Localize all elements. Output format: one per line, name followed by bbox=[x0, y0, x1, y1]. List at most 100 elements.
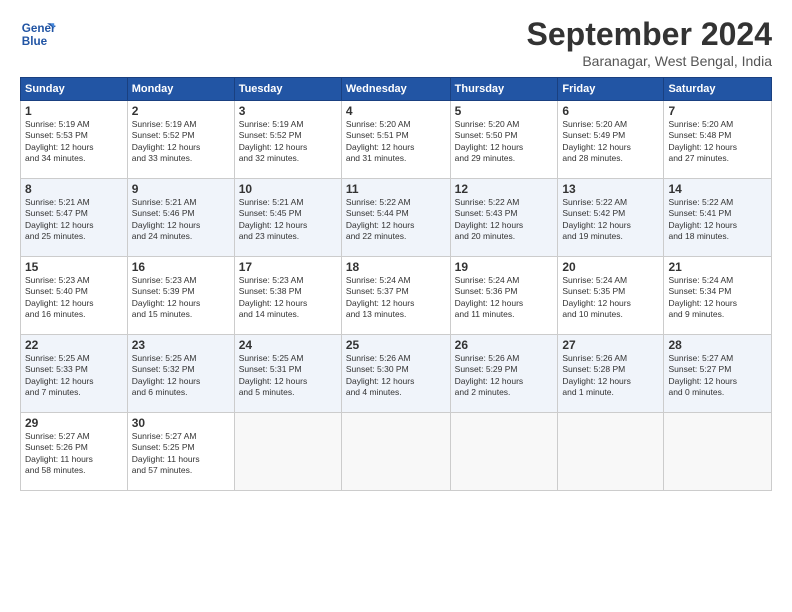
logo-icon: General Blue bbox=[20, 16, 56, 52]
calendar-cell: 1Sunrise: 5:19 AM Sunset: 5:53 PM Daylig… bbox=[21, 101, 128, 179]
calendar-cell: 9Sunrise: 5:21 AM Sunset: 5:46 PM Daylig… bbox=[127, 179, 234, 257]
month-title: September 2024 bbox=[527, 16, 772, 53]
cell-info: Sunrise: 5:27 AM Sunset: 5:26 PM Dayligh… bbox=[25, 431, 123, 477]
calendar-cell bbox=[450, 413, 558, 491]
day-number: 10 bbox=[239, 182, 337, 196]
day-number: 22 bbox=[25, 338, 123, 352]
calendar-week-row: 1Sunrise: 5:19 AM Sunset: 5:53 PM Daylig… bbox=[21, 101, 772, 179]
day-number: 15 bbox=[25, 260, 123, 274]
day-number: 25 bbox=[346, 338, 446, 352]
header: General Blue September 2024 Baranagar, W… bbox=[20, 16, 772, 69]
calendar-cell: 6Sunrise: 5:20 AM Sunset: 5:49 PM Daylig… bbox=[558, 101, 664, 179]
cell-info: Sunrise: 5:20 AM Sunset: 5:48 PM Dayligh… bbox=[668, 119, 767, 165]
cell-info: Sunrise: 5:24 AM Sunset: 5:36 PM Dayligh… bbox=[455, 275, 554, 321]
calendar-cell: 24Sunrise: 5:25 AM Sunset: 5:31 PM Dayli… bbox=[234, 335, 341, 413]
day-number: 24 bbox=[239, 338, 337, 352]
calendar-cell: 18Sunrise: 5:24 AM Sunset: 5:37 PM Dayli… bbox=[341, 257, 450, 335]
day-number: 28 bbox=[668, 338, 767, 352]
calendar-cell bbox=[558, 413, 664, 491]
calendar-cell: 10Sunrise: 5:21 AM Sunset: 5:45 PM Dayli… bbox=[234, 179, 341, 257]
cell-info: Sunrise: 5:25 AM Sunset: 5:33 PM Dayligh… bbox=[25, 353, 123, 399]
calendar-cell: 16Sunrise: 5:23 AM Sunset: 5:39 PM Dayli… bbox=[127, 257, 234, 335]
cell-info: Sunrise: 5:19 AM Sunset: 5:53 PM Dayligh… bbox=[25, 119, 123, 165]
day-number: 27 bbox=[562, 338, 659, 352]
logo: General Blue bbox=[20, 16, 56, 52]
day-number: 13 bbox=[562, 182, 659, 196]
cell-info: Sunrise: 5:21 AM Sunset: 5:46 PM Dayligh… bbox=[132, 197, 230, 243]
cell-info: Sunrise: 5:20 AM Sunset: 5:50 PM Dayligh… bbox=[455, 119, 554, 165]
calendar-cell: 14Sunrise: 5:22 AM Sunset: 5:41 PM Dayli… bbox=[664, 179, 772, 257]
cell-info: Sunrise: 5:24 AM Sunset: 5:34 PM Dayligh… bbox=[668, 275, 767, 321]
cell-info: Sunrise: 5:22 AM Sunset: 5:44 PM Dayligh… bbox=[346, 197, 446, 243]
day-number: 21 bbox=[668, 260, 767, 274]
svg-text:Blue: Blue bbox=[22, 35, 48, 48]
cell-info: Sunrise: 5:22 AM Sunset: 5:42 PM Dayligh… bbox=[562, 197, 659, 243]
calendar-cell: 27Sunrise: 5:26 AM Sunset: 5:28 PM Dayli… bbox=[558, 335, 664, 413]
calendar-cell: 21Sunrise: 5:24 AM Sunset: 5:34 PM Dayli… bbox=[664, 257, 772, 335]
calendar-week-row: 8Sunrise: 5:21 AM Sunset: 5:47 PM Daylig… bbox=[21, 179, 772, 257]
calendar-cell: 7Sunrise: 5:20 AM Sunset: 5:48 PM Daylig… bbox=[664, 101, 772, 179]
col-tuesday: Tuesday bbox=[234, 78, 341, 101]
day-number: 2 bbox=[132, 104, 230, 118]
cell-info: Sunrise: 5:24 AM Sunset: 5:35 PM Dayligh… bbox=[562, 275, 659, 321]
calendar-cell: 30Sunrise: 5:27 AM Sunset: 5:25 PM Dayli… bbox=[127, 413, 234, 491]
day-number: 20 bbox=[562, 260, 659, 274]
cell-info: Sunrise: 5:26 AM Sunset: 5:30 PM Dayligh… bbox=[346, 353, 446, 399]
col-monday: Monday bbox=[127, 78, 234, 101]
calendar-cell: 26Sunrise: 5:26 AM Sunset: 5:29 PM Dayli… bbox=[450, 335, 558, 413]
cell-info: Sunrise: 5:22 AM Sunset: 5:41 PM Dayligh… bbox=[668, 197, 767, 243]
subtitle: Baranagar, West Bengal, India bbox=[527, 53, 772, 69]
calendar-cell: 11Sunrise: 5:22 AM Sunset: 5:44 PM Dayli… bbox=[341, 179, 450, 257]
cell-info: Sunrise: 5:26 AM Sunset: 5:29 PM Dayligh… bbox=[455, 353, 554, 399]
day-number: 1 bbox=[25, 104, 123, 118]
cell-info: Sunrise: 5:24 AM Sunset: 5:37 PM Dayligh… bbox=[346, 275, 446, 321]
day-number: 16 bbox=[132, 260, 230, 274]
col-thursday: Thursday bbox=[450, 78, 558, 101]
day-number: 26 bbox=[455, 338, 554, 352]
calendar-cell bbox=[341, 413, 450, 491]
title-block: September 2024 Baranagar, West Bengal, I… bbox=[527, 16, 772, 69]
page: General Blue September 2024 Baranagar, W… bbox=[0, 0, 792, 612]
day-number: 12 bbox=[455, 182, 554, 196]
calendar-cell: 15Sunrise: 5:23 AM Sunset: 5:40 PM Dayli… bbox=[21, 257, 128, 335]
day-number: 9 bbox=[132, 182, 230, 196]
day-number: 17 bbox=[239, 260, 337, 274]
day-number: 29 bbox=[25, 416, 123, 430]
col-friday: Friday bbox=[558, 78, 664, 101]
calendar-cell bbox=[664, 413, 772, 491]
calendar-cell: 12Sunrise: 5:22 AM Sunset: 5:43 PM Dayli… bbox=[450, 179, 558, 257]
col-wednesday: Wednesday bbox=[341, 78, 450, 101]
day-number: 14 bbox=[668, 182, 767, 196]
cell-info: Sunrise: 5:26 AM Sunset: 5:28 PM Dayligh… bbox=[562, 353, 659, 399]
day-number: 8 bbox=[25, 182, 123, 196]
day-number: 30 bbox=[132, 416, 230, 430]
cell-info: Sunrise: 5:19 AM Sunset: 5:52 PM Dayligh… bbox=[132, 119, 230, 165]
cell-info: Sunrise: 5:25 AM Sunset: 5:31 PM Dayligh… bbox=[239, 353, 337, 399]
day-number: 7 bbox=[668, 104, 767, 118]
calendar-cell: 28Sunrise: 5:27 AM Sunset: 5:27 PM Dayli… bbox=[664, 335, 772, 413]
calendar-cell: 5Sunrise: 5:20 AM Sunset: 5:50 PM Daylig… bbox=[450, 101, 558, 179]
day-number: 4 bbox=[346, 104, 446, 118]
calendar-week-row: 29Sunrise: 5:27 AM Sunset: 5:26 PM Dayli… bbox=[21, 413, 772, 491]
calendar-week-row: 15Sunrise: 5:23 AM Sunset: 5:40 PM Dayli… bbox=[21, 257, 772, 335]
calendar-cell: 2Sunrise: 5:19 AM Sunset: 5:52 PM Daylig… bbox=[127, 101, 234, 179]
calendar-cell: 29Sunrise: 5:27 AM Sunset: 5:26 PM Dayli… bbox=[21, 413, 128, 491]
calendar-cell bbox=[234, 413, 341, 491]
day-number: 5 bbox=[455, 104, 554, 118]
day-number: 11 bbox=[346, 182, 446, 196]
calendar-cell: 3Sunrise: 5:19 AM Sunset: 5:52 PM Daylig… bbox=[234, 101, 341, 179]
cell-info: Sunrise: 5:23 AM Sunset: 5:39 PM Dayligh… bbox=[132, 275, 230, 321]
day-number: 19 bbox=[455, 260, 554, 274]
calendar: Sunday Monday Tuesday Wednesday Thursday… bbox=[20, 77, 772, 491]
calendar-week-row: 22Sunrise: 5:25 AM Sunset: 5:33 PM Dayli… bbox=[21, 335, 772, 413]
cell-info: Sunrise: 5:25 AM Sunset: 5:32 PM Dayligh… bbox=[132, 353, 230, 399]
calendar-cell: 13Sunrise: 5:22 AM Sunset: 5:42 PM Dayli… bbox=[558, 179, 664, 257]
cell-info: Sunrise: 5:23 AM Sunset: 5:38 PM Dayligh… bbox=[239, 275, 337, 321]
day-number: 3 bbox=[239, 104, 337, 118]
day-number: 18 bbox=[346, 260, 446, 274]
calendar-cell: 19Sunrise: 5:24 AM Sunset: 5:36 PM Dayli… bbox=[450, 257, 558, 335]
cell-info: Sunrise: 5:23 AM Sunset: 5:40 PM Dayligh… bbox=[25, 275, 123, 321]
calendar-cell: 17Sunrise: 5:23 AM Sunset: 5:38 PM Dayli… bbox=[234, 257, 341, 335]
calendar-header-row: Sunday Monday Tuesday Wednesday Thursday… bbox=[21, 78, 772, 101]
calendar-cell: 25Sunrise: 5:26 AM Sunset: 5:30 PM Dayli… bbox=[341, 335, 450, 413]
